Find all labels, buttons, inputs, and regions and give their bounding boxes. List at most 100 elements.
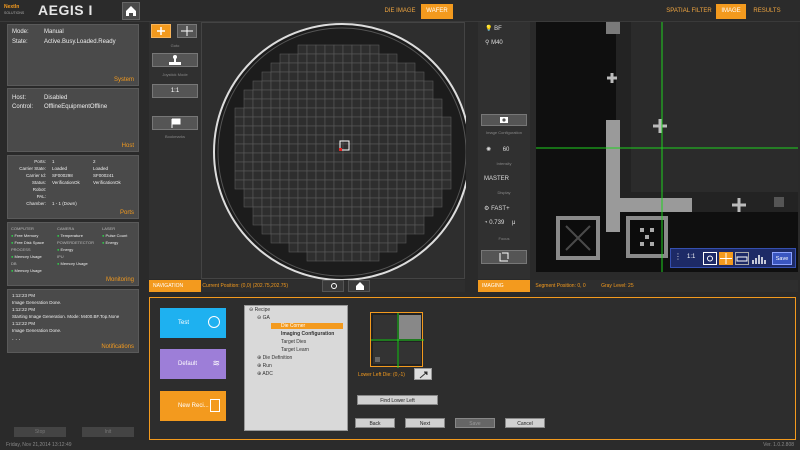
die-cell[interactable] — [279, 179, 290, 190]
die-cell[interactable] — [369, 53, 380, 64]
die-cell[interactable] — [288, 161, 299, 172]
die-cell[interactable] — [270, 152, 281, 163]
die-cell[interactable] — [288, 53, 299, 64]
histogram-button[interactable] — [751, 252, 769, 265]
joystick-button[interactable] — [152, 53, 198, 67]
die-cell[interactable] — [351, 107, 362, 118]
die-cell[interactable] — [369, 242, 380, 253]
die-cell[interactable] — [333, 107, 344, 118]
die-cell[interactable] — [324, 53, 335, 64]
die-cell[interactable] — [324, 107, 335, 118]
die-cell[interactable] — [279, 71, 290, 82]
die-cell[interactable] — [378, 98, 389, 109]
die-cell[interactable] — [423, 143, 434, 154]
die-cell[interactable] — [261, 107, 272, 118]
die-cell[interactable] — [423, 206, 434, 217]
die-cell[interactable] — [351, 134, 362, 145]
die-cell[interactable] — [288, 152, 299, 163]
die-cell[interactable] — [270, 179, 281, 190]
die-cell[interactable] — [414, 116, 425, 127]
die-cell[interactable] — [342, 179, 353, 190]
die-cell[interactable] — [243, 107, 254, 118]
die-cell[interactable] — [360, 215, 371, 226]
die-cell[interactable] — [306, 143, 317, 154]
new-recipe-button[interactable]: New Reci... — [160, 391, 226, 421]
die-cell[interactable] — [360, 242, 371, 253]
die-corner-node[interactable]: Die Corner — [271, 323, 343, 329]
die-cell[interactable] — [333, 62, 344, 73]
die-cell[interactable] — [405, 71, 416, 82]
die-cell[interactable] — [378, 197, 389, 208]
die-cell[interactable] — [288, 71, 299, 82]
die-cell[interactable] — [297, 71, 308, 82]
die-cell[interactable] — [423, 134, 434, 145]
die-cell[interactable] — [387, 125, 398, 136]
die-cell[interactable] — [405, 224, 416, 235]
die-cell[interactable] — [414, 89, 425, 100]
die-cell[interactable] — [324, 152, 335, 163]
bf-mode[interactable]: 💡 BF — [485, 25, 502, 32]
die-cell[interactable] — [333, 215, 344, 226]
die-cell[interactable] — [324, 44, 335, 55]
die-cell[interactable] — [360, 98, 371, 109]
test-button[interactable]: Test — [160, 308, 226, 338]
die-cell[interactable] — [252, 206, 263, 217]
die-cell[interactable] — [306, 242, 317, 253]
die-cell[interactable] — [369, 98, 380, 109]
die-cell[interactable] — [279, 134, 290, 145]
die-cell[interactable] — [315, 98, 326, 109]
die-cell[interactable] — [414, 161, 425, 172]
die-cell[interactable] — [261, 134, 272, 145]
die-cell[interactable] — [288, 242, 299, 253]
die-cell[interactable] — [405, 206, 416, 217]
die-cell[interactable] — [405, 116, 416, 127]
die-cell[interactable] — [360, 116, 371, 127]
die-cell[interactable] — [423, 98, 434, 109]
die-cell[interactable] — [342, 53, 353, 64]
die-cell[interactable] — [396, 143, 407, 154]
die-cell[interactable] — [306, 233, 317, 244]
die-cell[interactable] — [324, 242, 335, 253]
die-cell[interactable] — [270, 107, 281, 118]
die-cell[interactable] — [270, 233, 281, 244]
die-cell[interactable] — [279, 143, 290, 154]
die-cell[interactable] — [324, 62, 335, 73]
die-cell[interactable] — [396, 179, 407, 190]
die-cell[interactable] — [252, 89, 263, 100]
die-cell[interactable] — [306, 80, 317, 91]
die-cell[interactable] — [288, 215, 299, 226]
die-cell[interactable] — [315, 107, 326, 118]
die-cell[interactable] — [297, 107, 308, 118]
die-cell[interactable] — [270, 224, 281, 235]
die-cell[interactable] — [234, 143, 245, 154]
die-cell[interactable] — [432, 179, 443, 190]
die-cell[interactable] — [351, 89, 362, 100]
die-cell[interactable] — [360, 206, 371, 217]
die-cell[interactable] — [396, 62, 407, 73]
die-cell[interactable] — [324, 80, 335, 91]
die-cell[interactable] — [297, 143, 308, 154]
die-cell[interactable] — [234, 134, 245, 145]
die-cell[interactable] — [270, 134, 281, 145]
die-cell[interactable] — [432, 98, 443, 109]
die-cell[interactable] — [279, 188, 290, 199]
bookmark-button[interactable] — [152, 116, 198, 130]
die-cell[interactable] — [396, 134, 407, 145]
die-cell[interactable] — [342, 242, 353, 253]
die-cell[interactable] — [414, 206, 425, 217]
die-cell[interactable] — [387, 107, 398, 118]
die-cell[interactable] — [396, 197, 407, 208]
die-cell[interactable] — [405, 215, 416, 226]
die-cell[interactable] — [324, 215, 335, 226]
die-cell[interactable] — [342, 233, 353, 244]
die-cell[interactable] — [315, 161, 326, 172]
die-cell[interactable] — [261, 80, 272, 91]
die-cell[interactable] — [252, 125, 263, 136]
die-cell[interactable] — [342, 98, 353, 109]
die-cell[interactable] — [243, 152, 254, 163]
die-cell[interactable] — [369, 224, 380, 235]
die-cell[interactable] — [288, 179, 299, 190]
die-cell[interactable] — [315, 134, 326, 145]
die-cell[interactable] — [405, 134, 416, 145]
die-cell[interactable] — [243, 134, 254, 145]
